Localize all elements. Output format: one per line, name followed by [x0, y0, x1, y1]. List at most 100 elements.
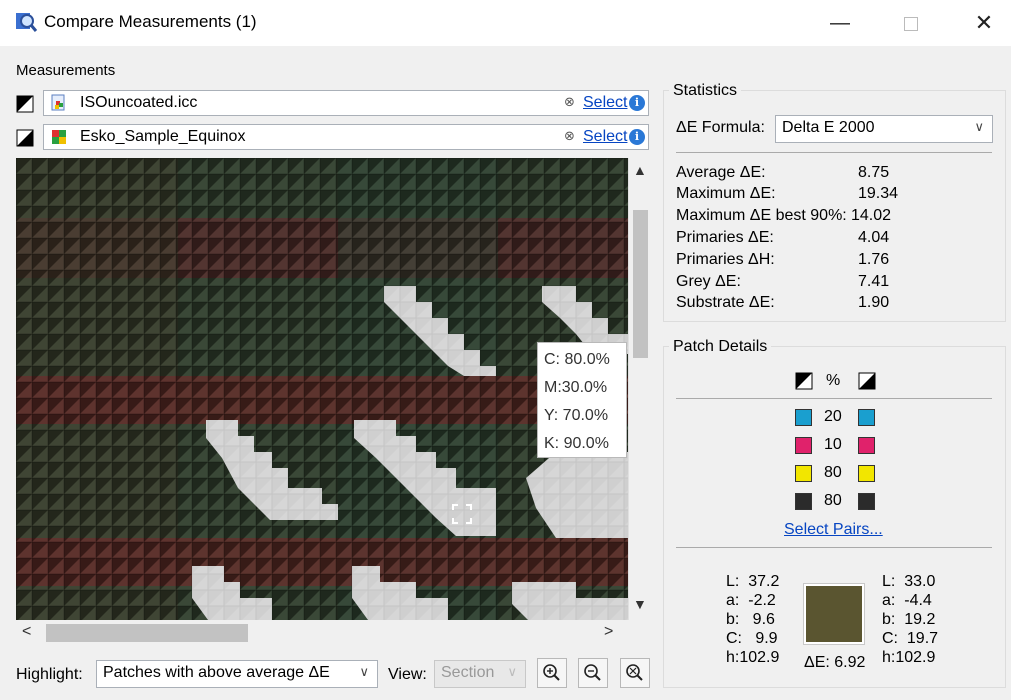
- reference-triangle-icon: [795, 372, 813, 390]
- stat-value: 8.75: [858, 164, 890, 181]
- formula-label: ΔE Formula:: [676, 119, 765, 136]
- lab-b: b: 19.2: [882, 611, 936, 628]
- selected-patch-marker-icon: [452, 504, 472, 524]
- chevron-down-icon: ∨: [974, 119, 984, 134]
- view-dropdown[interactable]: Section ∨: [434, 660, 526, 688]
- info-icon[interactable]: i: [629, 129, 645, 145]
- tooltip-yellow: Y: 70.0%: [544, 407, 609, 424]
- measurement-name: ISOuncoated.icc: [80, 94, 198, 111]
- stat-value: 14.02: [851, 207, 892, 224]
- patch-color-preview: [803, 583, 865, 645]
- divider: [676, 398, 992, 399]
- maximize-button[interactable]: [889, 8, 933, 38]
- magnifier-app-icon: [16, 13, 38, 32]
- stat-value: 4.04: [858, 229, 890, 246]
- info-icon[interactable]: i: [629, 95, 645, 111]
- divider: [676, 152, 992, 153]
- lab-L: L: 37.2: [726, 573, 780, 590]
- clear-icon[interactable]: ⊗: [564, 94, 575, 110]
- zoom-in-icon: [543, 664, 560, 681]
- chevron-down-icon: ∨: [359, 664, 369, 679]
- lab-C: C: 9.9: [726, 630, 778, 647]
- stat-label: Maximum ΔE:: [676, 185, 776, 202]
- reference-triangle-icon: [16, 95, 34, 113]
- lab-L: L: 33.0: [882, 573, 936, 590]
- magenta-swatch: [795, 437, 812, 454]
- clear-icon[interactable]: ⊗: [564, 128, 575, 144]
- stat-label: Primaries ΔH:: [676, 251, 775, 268]
- stat-label: Primaries ΔE:: [676, 229, 774, 246]
- yellow-swatch: [858, 465, 875, 482]
- cyan-swatch: [858, 409, 875, 426]
- vertical-scrollbar[interactable]: ▲ ▼: [628, 158, 651, 620]
- scroll-down-icon[interactable]: ▼: [633, 596, 647, 612]
- stat-value: 7.41: [858, 273, 890, 290]
- scroll-up-icon[interactable]: ▲: [633, 162, 647, 178]
- percent-header: %: [826, 372, 841, 389]
- yellow-value: 80: [824, 464, 842, 481]
- formula-dropdown[interactable]: Delta E 2000 ∨: [775, 115, 993, 143]
- measurements-label: Measurements: [16, 62, 116, 79]
- lab-h: h:102.9: [726, 649, 780, 666]
- stat-value: 1.90: [858, 294, 890, 311]
- stat-label: Grey ΔE:: [676, 273, 741, 290]
- sample-lab-values: L: 33.0 a: -4.4 b: 19.2 C: 19.7 h:102.9: [882, 572, 938, 667]
- magenta-value: 10: [824, 436, 842, 453]
- statistics-label: Statistics: [669, 82, 742, 100]
- zoom-fit-icon: [626, 664, 643, 681]
- minimize-button[interactable]: —: [818, 8, 862, 38]
- maximize-icon: [904, 16, 918, 31]
- tooltip-black: K: 90.0%: [544, 435, 609, 452]
- zoom-fit-button[interactable]: [620, 658, 650, 688]
- scroll-left-icon[interactable]: <: [22, 623, 31, 641]
- patch-tooltip: C: 80.0% M:30.0% Y: 70.0% K: 90.0%: [537, 342, 627, 458]
- scroll-right-icon[interactable]: >: [604, 623, 613, 641]
- select-pairs-link[interactable]: Select Pairs...: [784, 521, 883, 539]
- tooltip-magenta: M:30.0%: [544, 379, 608, 396]
- scroll-thumb[interactable]: [46, 624, 248, 642]
- magenta-swatch: [858, 437, 875, 454]
- divider: [676, 547, 992, 548]
- measurement-name: Esko_Sample_Equinox: [80, 128, 246, 145]
- chevron-down-icon: ∨: [507, 664, 517, 679]
- highlight-value: Patches with above average ΔE: [103, 664, 330, 681]
- delta-e-value: ΔE: 6.92: [804, 654, 866, 671]
- zoom-in-button[interactable]: [537, 658, 567, 688]
- stat-value: 1.76: [858, 251, 890, 268]
- stat-label: Substrate ΔE:: [676, 294, 775, 311]
- close-button[interactable]: ✕: [962, 8, 1006, 38]
- reference-lab-values: L: 37.2 a: -2.2 b: 9.6 C: 9.9 h:102.9: [726, 572, 779, 667]
- cyan-swatch: [795, 409, 812, 426]
- lab-a: a: -4.4: [882, 592, 932, 609]
- icc-file-icon: [51, 94, 65, 111]
- sample-triangle-icon: [16, 129, 34, 147]
- select-link[interactable]: Select: [583, 94, 627, 112]
- zoom-out-button[interactable]: [578, 658, 608, 688]
- zoom-out-icon: [584, 664, 601, 681]
- black-swatch: [795, 493, 812, 510]
- yellow-swatch: [795, 465, 812, 482]
- lab-a: a: -2.2: [726, 592, 776, 609]
- sample-measurement-field: Esko_Sample_Equinox ⊗ Select i: [43, 124, 649, 150]
- stat-label: Average ΔE:: [676, 164, 766, 181]
- stat-label: Maximum ΔE best 90%:: [676, 207, 847, 224]
- lab-h: h:102.9: [882, 649, 936, 666]
- window-title: Compare Measurements (1): [44, 12, 257, 31]
- formula-value: Delta E 2000: [782, 119, 875, 136]
- lab-b: b: 9.6: [726, 611, 775, 628]
- measurement-file-icon: [52, 130, 66, 144]
- sample-triangle-icon: [858, 372, 876, 390]
- lab-C: C: 19.7: [882, 630, 939, 647]
- tooltip-cyan: C: 80.0%: [544, 351, 610, 368]
- select-link[interactable]: Select: [583, 128, 627, 146]
- highlight-label: Highlight:: [16, 666, 83, 683]
- scroll-thumb[interactable]: [633, 210, 648, 358]
- view-label: View:: [388, 666, 427, 683]
- patch-details-label: Patch Details: [669, 338, 772, 356]
- black-swatch: [858, 493, 875, 510]
- view-value: Section: [441, 664, 495, 681]
- highlight-dropdown[interactable]: Patches with above average ΔE ∨: [96, 660, 378, 688]
- stat-value: 19.34: [858, 185, 899, 202]
- horizontal-scrollbar[interactable]: < >: [16, 620, 628, 646]
- cyan-value: 20: [824, 408, 842, 425]
